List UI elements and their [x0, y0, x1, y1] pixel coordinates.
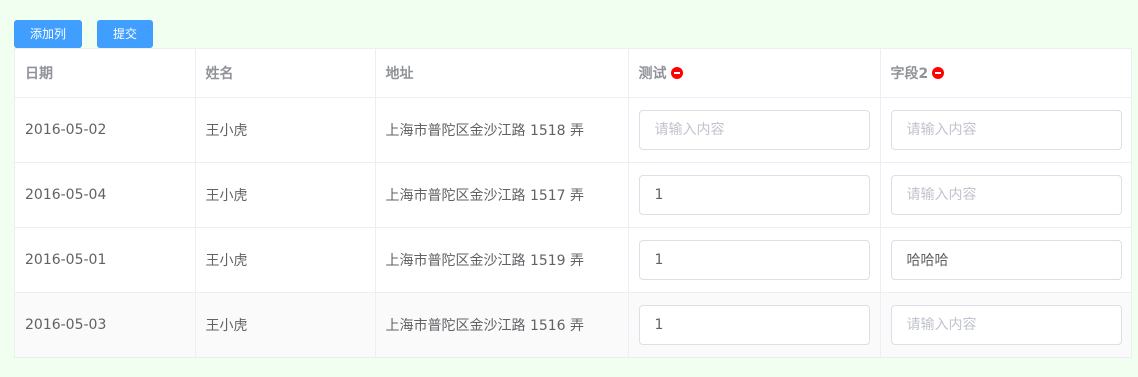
field2-input[interactable]: [890, 304, 1122, 345]
cell-test: [628, 292, 881, 357]
cell-test: [628, 162, 881, 228]
cell-field2: [880, 162, 1131, 228]
table-row: 2016-05-02 王小虎 上海市普陀区金沙江路 1518 弄: [15, 97, 1131, 163]
cell-date: 2016-05-01: [15, 227, 196, 293]
add-column-button[interactable]: 添加列: [14, 20, 82, 48]
cell-date: 2016-05-03: [15, 292, 196, 357]
cell-address: 上海市普陀区金沙江路 1516 弄: [375, 292, 629, 357]
cell-address: 上海市普陀区金沙江路 1518 弄: [375, 97, 629, 163]
test-input[interactable]: [638, 304, 870, 345]
table-header-row: 日期 姓名 地址 测试 字段2: [15, 49, 1131, 98]
column-header-label: 测试: [638, 65, 667, 82]
cell-test: [628, 227, 881, 293]
field2-input[interactable]: [890, 174, 1122, 215]
submit-button[interactable]: 提交: [97, 20, 153, 48]
remove-column-icon[interactable]: [670, 66, 683, 79]
field2-input[interactable]: [890, 239, 1122, 280]
table-row: 2016-05-04 王小虎 上海市普陀区金沙江路 1517 弄: [15, 162, 1131, 228]
cell-field2: [880, 292, 1131, 357]
column-header-name: 姓名: [195, 49, 376, 98]
remove-column-icon[interactable]: [932, 66, 945, 79]
column-header-test: 测试: [628, 49, 881, 98]
cell-date: 2016-05-04: [15, 162, 196, 228]
cell-name: 王小虎: [195, 292, 376, 357]
test-input[interactable]: [638, 239, 870, 280]
cell-field2: [880, 227, 1131, 293]
table-row: 2016-05-03 王小虎 上海市普陀区金沙江路 1516 弄: [15, 292, 1131, 357]
cell-date: 2016-05-02: [15, 97, 196, 163]
field2-input[interactable]: [890, 109, 1122, 150]
cell-name: 王小虎: [195, 162, 376, 228]
column-header-label: 地址: [385, 65, 414, 82]
cell-address: 上海市普陀区金沙江路 1519 弄: [375, 227, 629, 293]
cell-address: 上海市普陀区金沙江路 1517 弄: [375, 162, 629, 228]
column-header-label: 姓名: [205, 65, 234, 82]
column-header-address: 地址: [375, 49, 629, 98]
column-header-label: 字段2: [890, 65, 929, 82]
cell-name: 王小虎: [195, 97, 376, 163]
column-header-label: 日期: [25, 65, 53, 82]
column-header-field2: 字段2: [880, 49, 1131, 98]
test-input[interactable]: [638, 109, 870, 150]
cell-name: 王小虎: [195, 227, 376, 293]
data-table: 日期 姓名 地址 测试 字段2 2016-05-02 王小虎 上海市普陀区金沙江…: [14, 48, 1132, 358]
table-row: 2016-05-01 王小虎 上海市普陀区金沙江路 1519 弄: [15, 227, 1131, 293]
test-input[interactable]: [638, 174, 870, 215]
toolbar: 添加列 提交: [14, 20, 153, 48]
cell-field2: [880, 97, 1131, 163]
column-header-date: 日期: [15, 49, 196, 98]
cell-test: [628, 97, 881, 163]
